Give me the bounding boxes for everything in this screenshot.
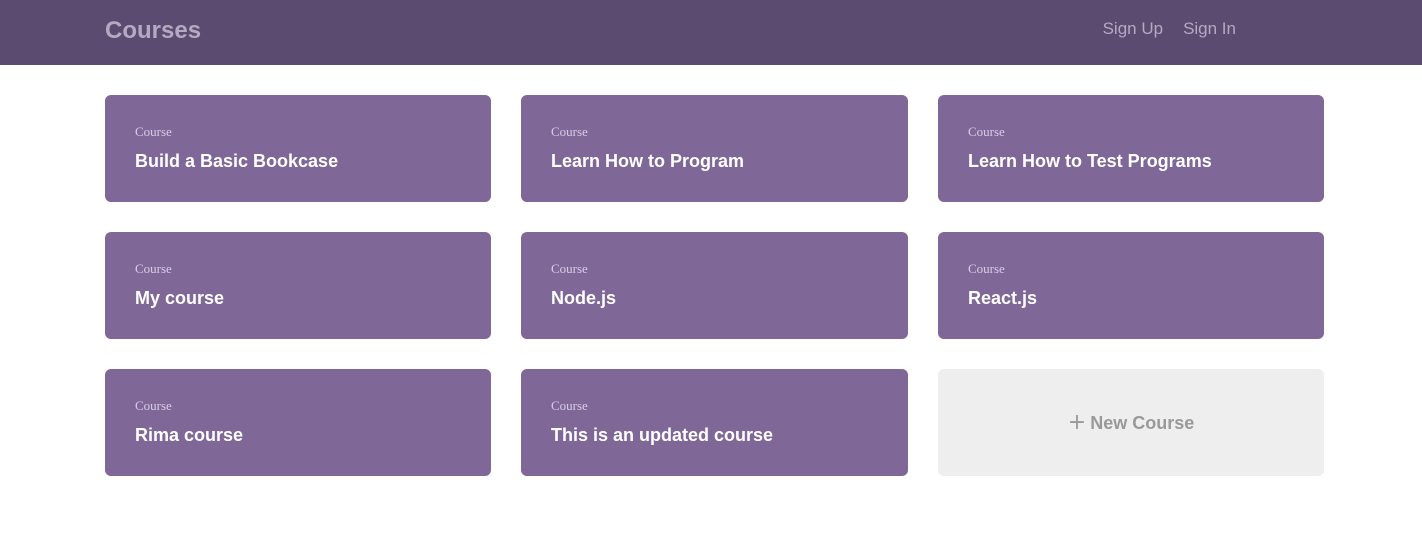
course-card-title: Node.js	[551, 288, 617, 308]
course-card[interactable]: Course This is an updated course	[521, 369, 908, 476]
sign-up-link[interactable]: Sign Up	[1103, 19, 1163, 39]
course-card-title: My course	[135, 288, 225, 308]
course-card-title: Rima course	[135, 425, 244, 445]
course-card-label: Course	[551, 124, 588, 139]
course-card-label: Course	[135, 398, 172, 413]
course-grid: Course Build a Basic Bookcase Course Lea…	[105, 95, 1324, 476]
course-card-label: Course	[135, 124, 172, 139]
new-course-button[interactable]: + New Course	[938, 369, 1324, 476]
course-card-title: Learn How to Test Programs	[968, 151, 1212, 171]
sign-in-link[interactable]: Sign In	[1183, 19, 1236, 39]
course-card-title: Build a Basic Bookcase	[135, 151, 339, 171]
course-card-label: Course	[968, 124, 1005, 139]
course-card[interactable]: Course React.js	[938, 232, 1324, 339]
header-bar: Courses Sign Up Sign In	[0, 0, 1422, 65]
course-card-label: Course	[968, 261, 1005, 276]
app-title[interactable]: Courses	[105, 17, 201, 45]
course-card-label: Course	[551, 261, 588, 276]
course-card[interactable]: Course Rima course	[105, 369, 491, 476]
course-card[interactable]: Course Node.js	[521, 232, 908, 339]
course-card-label: Course	[551, 398, 588, 413]
course-card-label: Course	[135, 261, 172, 276]
course-card-title: Learn How to Program	[551, 151, 745, 171]
plus-icon: +	[1067, 409, 1087, 435]
course-card[interactable]: Course Learn How to Program	[521, 95, 908, 202]
course-card-title: React.js	[968, 288, 1038, 308]
course-card[interactable]: Course Learn How to Test Programs	[938, 95, 1324, 202]
course-card[interactable]: Course My course	[105, 232, 491, 339]
course-card[interactable]: Course Build a Basic Bookcase	[105, 95, 491, 202]
course-card-title: This is an updated course	[551, 425, 774, 445]
header-nav: Sign Up Sign In	[1103, 19, 1236, 39]
new-course-label: New Course	[1090, 412, 1195, 433]
